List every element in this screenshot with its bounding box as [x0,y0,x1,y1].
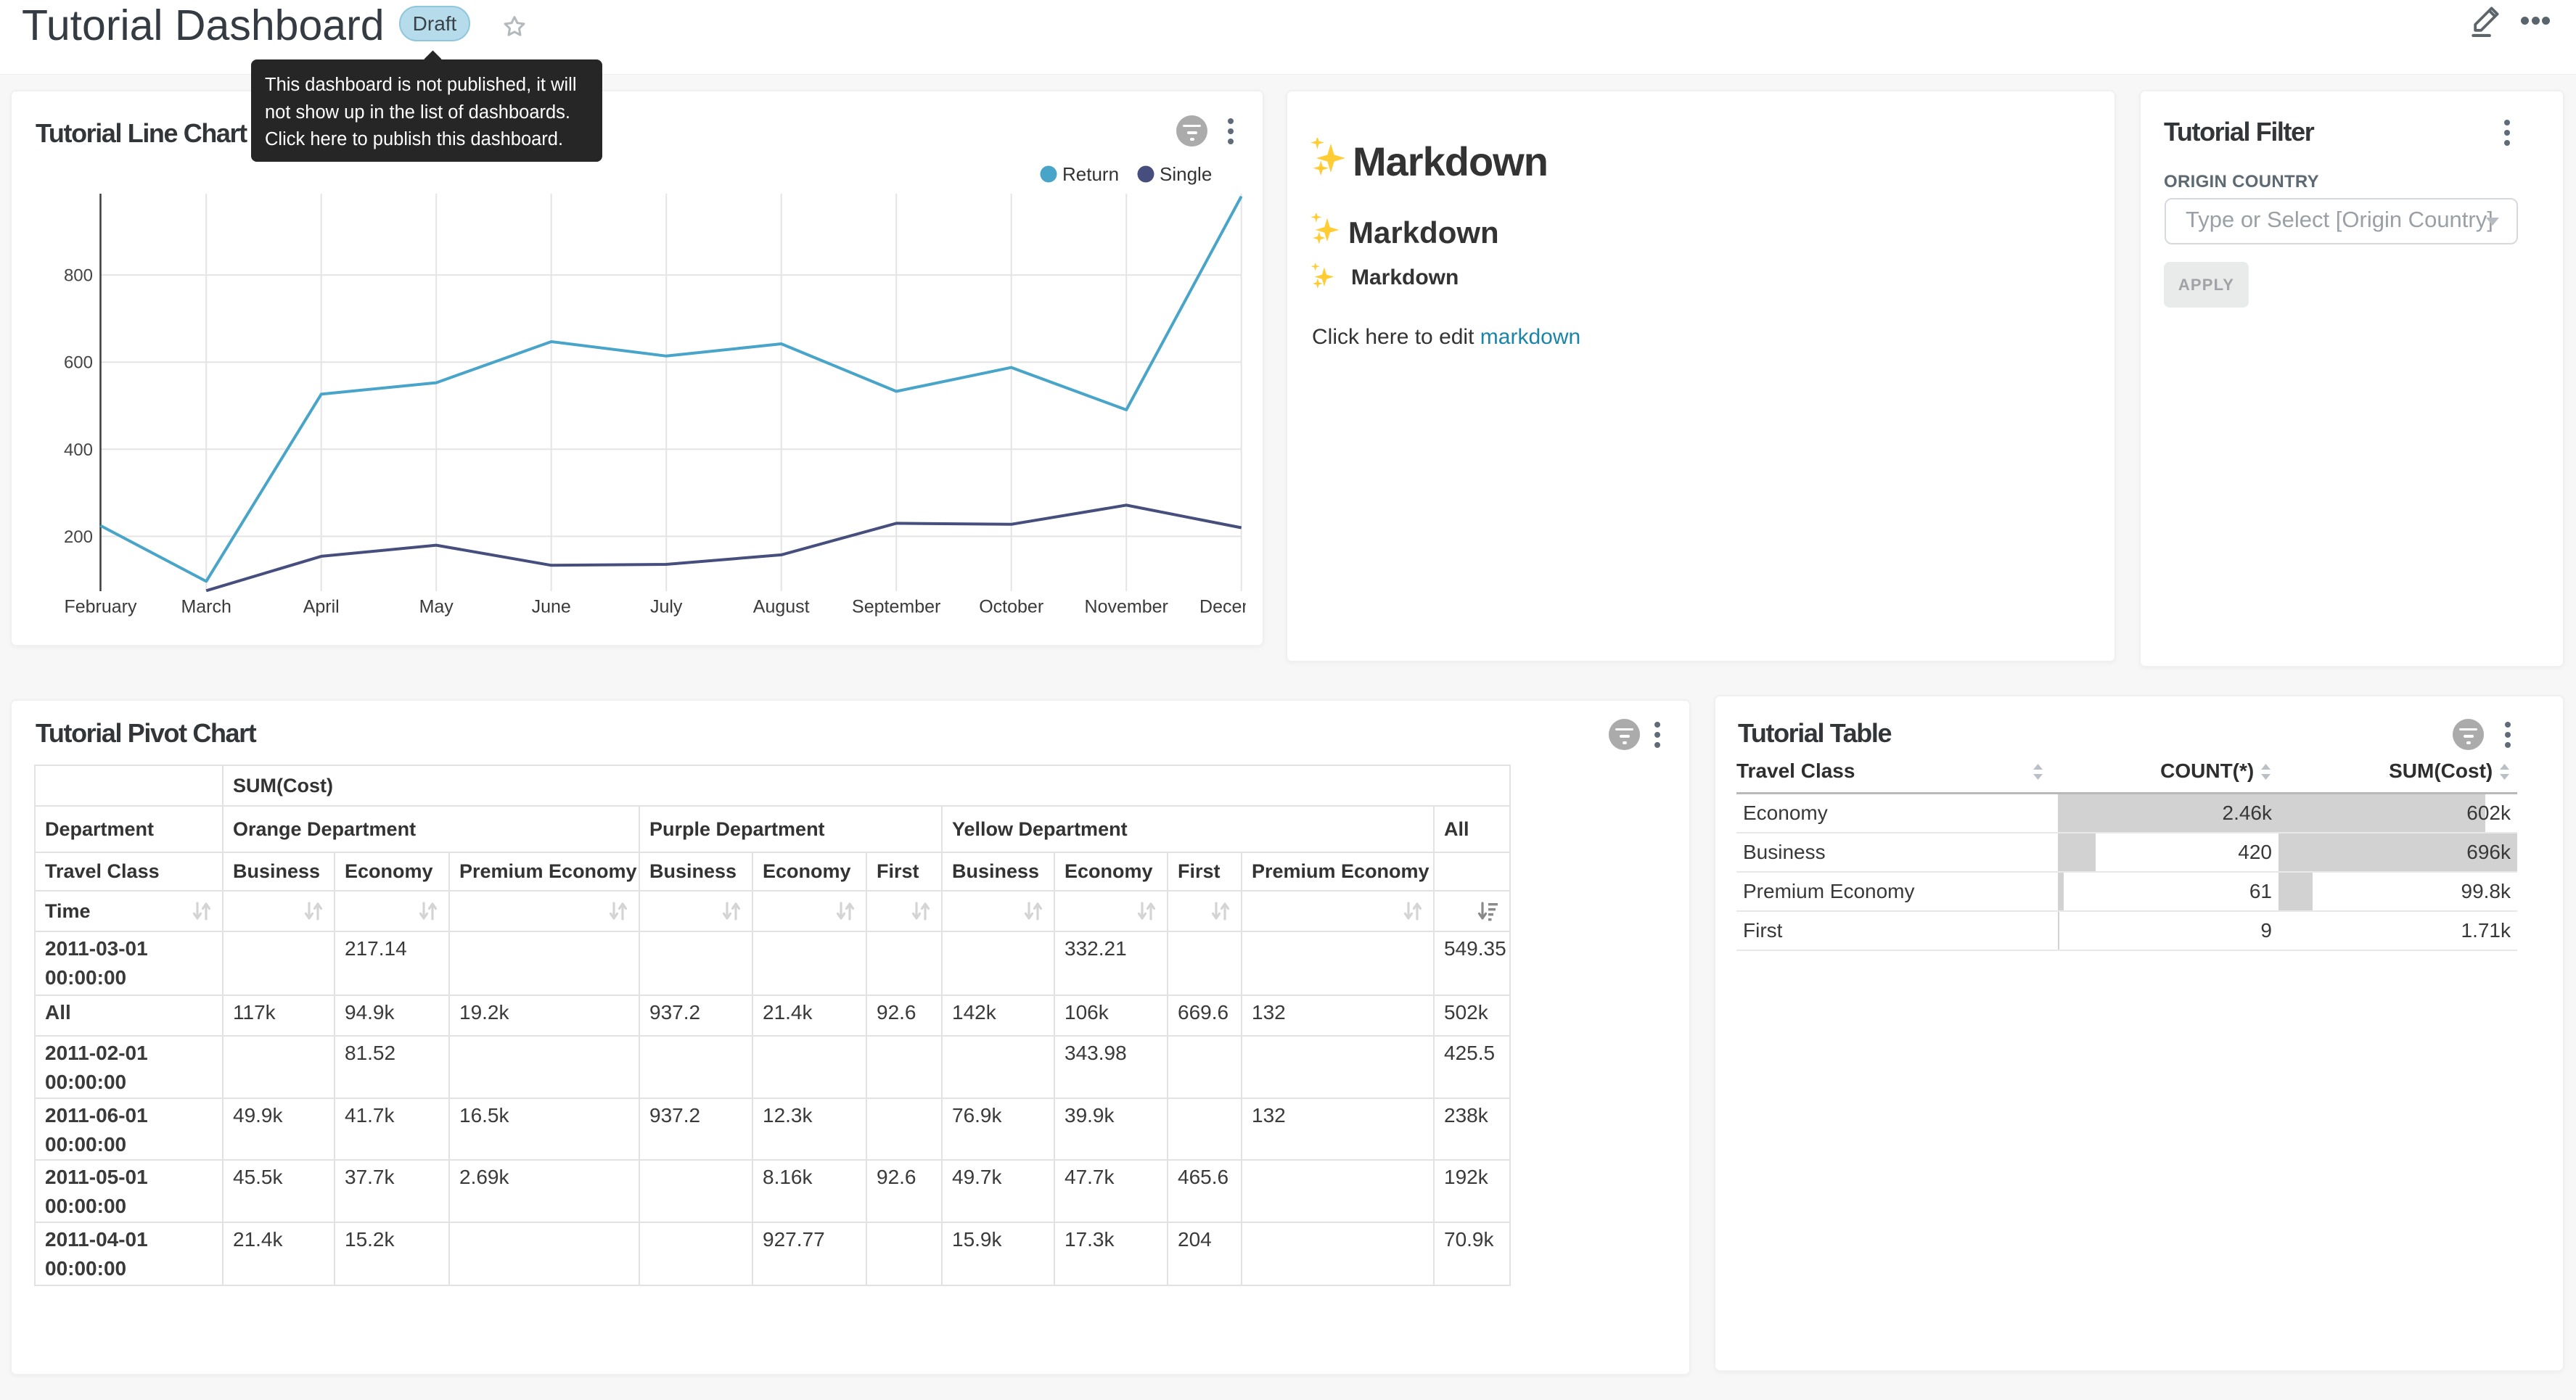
svg-text:Single: Single [1160,163,1212,185]
svg-text:May: May [419,597,454,617]
svg-text:June: June [532,597,571,617]
svg-text:200: 200 [64,527,93,547]
svg-text:400: 400 [64,440,93,460]
svg-text:July: July [650,597,683,617]
svg-text:April: April [303,597,340,617]
svg-text:Return: Return [1062,163,1119,185]
svg-text:September: September [852,597,940,617]
svg-text:800: 800 [64,266,93,286]
svg-text:December: December [1199,597,1246,617]
svg-text:October: October [979,597,1043,617]
svg-text:November: November [1085,597,1168,617]
svg-text:August: August [753,597,810,617]
svg-text:600: 600 [64,353,93,373]
svg-text:March: March [181,597,231,617]
svg-text:February: February [64,597,137,617]
